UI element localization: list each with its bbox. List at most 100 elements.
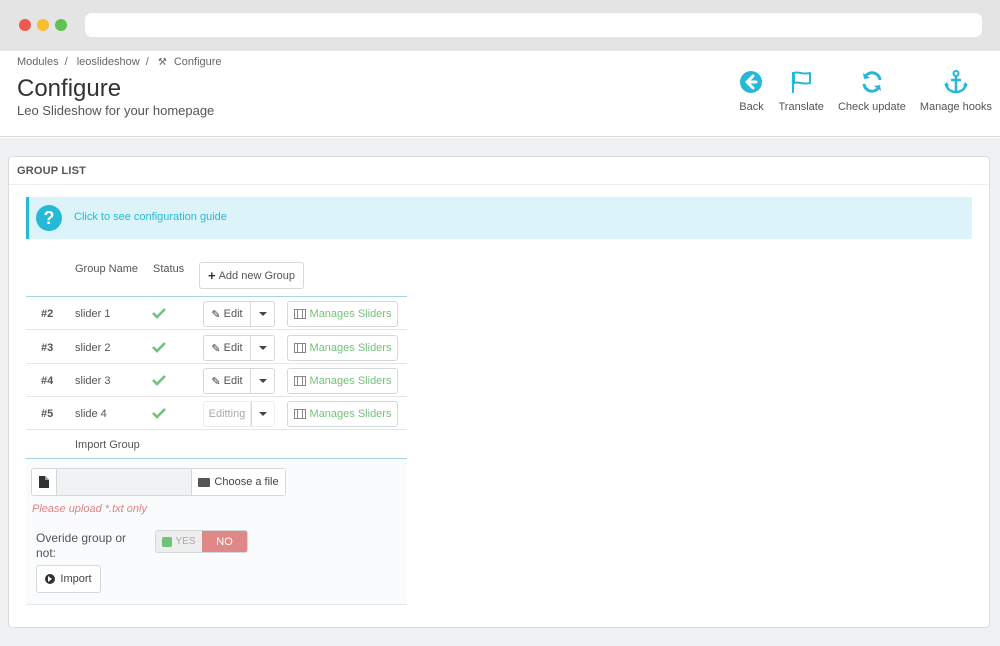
manage-sliders-button[interactable]: Manages Sliders [287,401,398,427]
circle-arrow-right-icon [45,574,56,584]
import-group-form: Choose a file Please upload *.txt only O… [26,459,407,605]
import-button[interactable]: Import [36,565,101,593]
wrench-icon: ⚒ [157,57,167,68]
folder-open-icon [198,477,211,487]
edit-label: Edit [223,308,243,320]
edit-dropdown-toggle[interactable] [251,402,274,426]
edit-button[interactable]: ✎ Edit [204,302,251,326]
check-icon[interactable] [152,407,166,419]
browser-chrome [0,0,1000,51]
table-row: #4 slider 3 ✎ Edit Manages Sliders [26,364,407,397]
film-icon [293,343,306,353]
override-no-option[interactable]: NO [202,531,247,552]
choose-file-button[interactable]: Choose a file [191,469,285,495]
page-subtitle: Leo Slideshow for your homepage [17,103,215,118]
check-icon[interactable] [152,374,166,386]
group-id: #2 [41,308,54,320]
override-yes-option[interactable]: YES [156,531,202,552]
plus-icon: + [207,268,216,283]
caret-down-icon [258,312,267,316]
pencil-icon: ✎ [211,375,221,388]
edit-button[interactable]: ✎ Edit [204,369,251,393]
manage-hooks-button[interactable]: Manage hooks [920,69,992,113]
browser-window: Modules / leoslideshow / ⚒ Configure Confi… [0,0,1000,646]
page-title: Configure [17,75,122,102]
group-id: #3 [41,342,54,354]
edit-button-group: ✎ Edit [203,368,275,394]
group-id: #4 [41,375,54,387]
caret-down-icon [258,346,267,350]
film-icon [293,409,306,419]
file-name-field[interactable] [57,469,191,495]
question-icon: ? [36,205,62,231]
edit-button-group: ✎ Edit [203,335,275,361]
breadcrumb-modules[interactable]: Modules [17,56,59,68]
table-row: #2 slider 1 ✎ Edit Manages Sliders [26,297,407,330]
edit-button-group: ✎ Edit [203,301,275,327]
group-id: #5 [41,408,54,420]
minimize-window-dot[interactable] [37,19,49,31]
group-list-panel: GROUP LIST ? Click to see configuration … [8,156,990,628]
caret-down-icon [259,412,267,416]
breadcrumb: Modules / leoslideshow / ⚒ Configure [17,56,226,68]
edit-button[interactable]: ✎ Edit [204,336,251,360]
import-label: Import [60,573,92,585]
manage-sliders-button[interactable]: Manages Sliders [287,368,398,394]
column-status: Status [153,263,185,275]
add-new-group-label: Add new Group [218,269,296,282]
editing-label: Editting [208,408,246,420]
panel-heading: GROUP LIST [9,157,989,185]
manage-hooks-label: Manage hooks [919,101,992,113]
choose-file-label: Choose a file [214,476,279,488]
group-name: slider 1 [75,308,111,320]
breadcrumb-configure: Configure [173,56,222,68]
manage-sliders-label: Manages Sliders [309,308,392,320]
back-circle-icon [740,71,763,93]
column-group-name: Group Name [75,263,138,275]
check-update-button[interactable]: Check update [838,69,906,113]
panel-title: GROUP LIST [17,165,87,177]
manage-sliders-label: Manages Sliders [309,408,392,420]
edit-label: Edit [223,342,243,354]
anchor-icon [943,70,968,94]
maximize-window-dot[interactable] [55,19,67,31]
configuration-guide-link[interactable]: Click to see configuration guide [74,211,227,223]
no-label: NO [216,535,233,548]
file-icon [32,469,57,495]
group-name: slider 3 [75,375,111,387]
manage-sliders-label: Manages Sliders [309,342,392,354]
refresh-icon [862,71,882,93]
override-toggle[interactable]: YES NO [155,530,248,553]
translate-button[interactable]: Translate [778,69,824,113]
edit-dropdown-toggle[interactable] [251,336,274,360]
manage-sliders-button[interactable]: Manages Sliders [287,335,398,361]
close-window-dot[interactable] [19,19,31,31]
breadcrumb-leoslideshow[interactable]: leoslideshow [77,56,140,68]
manage-sliders-button[interactable]: Manages Sliders [287,301,398,327]
pencil-icon: ✎ [211,308,221,321]
edit-dropdown-toggle[interactable] [251,302,274,326]
table-row: #3 slider 2 ✎ Edit Manages Sliders [26,331,407,364]
edit-dropdown-toggle[interactable] [251,369,274,393]
check-icon[interactable] [152,341,166,353]
add-new-group-button[interactable]: + Add new Group [199,262,304,289]
film-icon [293,376,306,386]
pencil-icon: ✎ [211,342,221,355]
editing-indicator: Editting [204,402,251,426]
page-header: Modules / leoslideshow / ⚒ Configure Confi… [0,51,1000,137]
edit-label: Edit [223,375,243,387]
override-group-label: Overide group or not: [36,531,127,560]
check-update-label: Check update [837,101,906,113]
file-upload-group: Choose a file [31,468,286,496]
flag-icon [792,71,812,93]
back-button[interactable]: Back [738,69,764,113]
upload-note: Please upload *.txt only [32,503,147,515]
address-bar[interactable] [85,13,982,37]
check-icon[interactable] [152,307,166,319]
back-label: Back [739,101,764,113]
manage-sliders-label: Manages Sliders [309,375,392,387]
group-name: slide 4 [75,408,107,420]
breadcrumb-separator: / [145,56,149,68]
translate-label: Translate [778,101,824,113]
film-icon [293,309,306,319]
